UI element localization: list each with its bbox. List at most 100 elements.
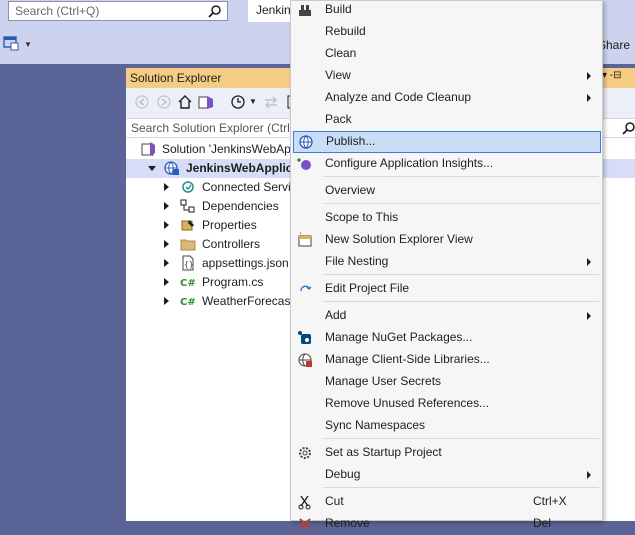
solution-icon [140, 141, 156, 157]
search-icon[interactable] [622, 121, 635, 138]
menu-separator [323, 274, 599, 275]
menu-item-configure-application-insights[interactable]: Configure Application Insights... [291, 153, 602, 175]
panel-title: Solution Explorer [130, 71, 222, 85]
context-menu: Build Rebuild Clean View Analyze and Code Cl… [290, 0, 603, 530]
menu-item-label: Set as Startup Project [325, 445, 442, 459]
menu-item-label: Scope to This [325, 210, 399, 224]
menu-item-label: Remove [325, 516, 370, 530]
menu-separator [323, 301, 599, 302]
menu-item-analyze-and-code-cleanup[interactable]: Analyze and Code Cleanup [291, 87, 602, 109]
menu-item-edit-project-file[interactable]: Edit Project File [291, 278, 602, 300]
submenu-arrow-icon [587, 72, 591, 80]
publish-globe-icon [298, 134, 314, 150]
panel-header-controls[interactable]: ▾ -⊟ [602, 70, 622, 81]
menu-item-label: Sync Namespaces [325, 418, 426, 432]
menu-item-clean[interactable]: Clean [291, 43, 602, 65]
menu-item-build[interactable]: Build [291, 0, 602, 21]
sync-icon[interactable] [263, 94, 279, 110]
connected-services-icon [180, 179, 196, 195]
menu-item-remove[interactable]: Remove Del [291, 513, 602, 535]
svg-text:{}: {} [184, 260, 194, 269]
menu-item-set-as-startup-project[interactable]: Set as Startup Project [291, 442, 602, 464]
menu-item-label: Cut [325, 494, 344, 508]
build-icon [297, 2, 313, 18]
remove-x-icon [297, 516, 313, 532]
menu-item-new-solution-explorer-view[interactable]: New Solution Explorer View [291, 229, 602, 251]
menu-item-publish[interactable]: Publish... [293, 131, 601, 153]
expand-arrow-icon[interactable] [164, 183, 169, 191]
menu-separator [323, 487, 599, 488]
menu-separator [323, 438, 599, 439]
submenu-arrow-icon [587, 94, 591, 102]
menu-item-label: Publish... [326, 134, 376, 148]
expand-arrow-icon[interactable] [164, 240, 169, 248]
menu-item-label: File Nesting [325, 254, 389, 268]
tree-item-label: appsettings.json [202, 256, 289, 270]
csharp-file-icon: C# [180, 293, 196, 309]
dependencies-icon [180, 198, 196, 214]
tree-item-label: Controllers [202, 237, 261, 251]
properties-icon [180, 217, 196, 233]
window-layout-icon[interactable] [2, 34, 20, 55]
tree-item-label: Program.cs [202, 275, 264, 289]
app-insights-icon [297, 156, 313, 172]
menu-item-label: New Solution Explorer View [325, 232, 473, 246]
menu-item-label: Manage User Secrets [325, 374, 442, 388]
menu-separator [323, 176, 599, 177]
forward-icon[interactable] [156, 94, 172, 110]
new-view-icon [297, 231, 313, 248]
expand-arrow-icon[interactable] [164, 278, 169, 286]
editor-background [0, 64, 126, 521]
menu-item-file-nesting[interactable]: File Nesting [291, 251, 602, 273]
menu-item-label: Remove Unused References... [325, 396, 490, 410]
menu-item-overview[interactable]: Overview [291, 180, 602, 202]
back-icon[interactable] [134, 94, 150, 110]
vs-switch-views-icon[interactable] [198, 94, 214, 110]
menu-item-scope-to-this[interactable]: Scope to This [291, 207, 602, 229]
menu-separator [323, 203, 599, 204]
collapse-arrow-icon[interactable] [148, 166, 156, 171]
menu-item-remove-unused-references[interactable]: Remove Unused References... [291, 393, 602, 415]
expand-arrow-icon[interactable] [164, 259, 169, 267]
menu-item-label: Pack [325, 112, 352, 126]
menu-item-pack[interactable]: Pack [291, 109, 602, 131]
menu-item-add[interactable]: Add [291, 305, 602, 327]
menu-item-label: Rebuild [325, 24, 366, 38]
menu-item-shortcut: Ctrl+X [533, 494, 567, 508]
menu-item-shortcut: Del [533, 516, 552, 530]
menu-item-rebuild[interactable]: Rebuild [291, 21, 602, 43]
submenu-arrow-icon [587, 471, 591, 479]
menu-item-label: Debug [325, 467, 361, 481]
menu-item-label: Manage Client-Side Libraries... [325, 352, 490, 366]
menu-item-manage-client-side-libraries[interactable]: Manage Client-Side Libraries... [291, 349, 602, 371]
edit-project-icon [297, 281, 313, 297]
menu-item-sync-namespaces[interactable]: Sync Namespaces [291, 415, 602, 437]
client-libraries-icon [297, 352, 313, 368]
home-icon[interactable] [177, 94, 193, 110]
menu-item-debug[interactable]: Debug [291, 464, 602, 486]
menu-item-cut[interactable]: Cut Ctrl+X [291, 491, 602, 513]
history-icon[interactable] [230, 94, 246, 110]
menu-item-label: Manage NuGet Packages... [325, 330, 473, 344]
svg-text:C#: C# [180, 297, 196, 308]
nuget-icon [297, 330, 313, 346]
menu-item-manage-user-secrets[interactable]: Manage User Secrets [291, 371, 602, 393]
web-project-icon [164, 160, 180, 176]
menu-item-label: Clean [325, 46, 357, 60]
search-input[interactable]: Search (Ctrl+Q) [8, 1, 228, 21]
svg-text:C#: C# [180, 278, 196, 289]
csharp-file-icon: C# [180, 274, 196, 290]
menu-item-view[interactable]: View [291, 65, 602, 87]
search-icon[interactable] [208, 4, 222, 21]
submenu-arrow-icon [587, 258, 591, 266]
menu-item-manage-nuget-packages[interactable]: Manage NuGet Packages... [291, 327, 602, 349]
menu-item-label: Add [325, 308, 347, 322]
scissors-icon [297, 494, 313, 510]
expand-arrow-icon[interactable] [164, 202, 169, 210]
submenu-arrow-icon [587, 312, 591, 320]
expand-arrow-icon[interactable] [164, 297, 169, 305]
search-placeholder: Search (Ctrl+Q) [15, 4, 100, 18]
expand-arrow-icon[interactable] [164, 221, 169, 229]
chevron-down-icon[interactable]: ▼ [24, 40, 32, 49]
menu-item-label: Build [325, 2, 352, 16]
